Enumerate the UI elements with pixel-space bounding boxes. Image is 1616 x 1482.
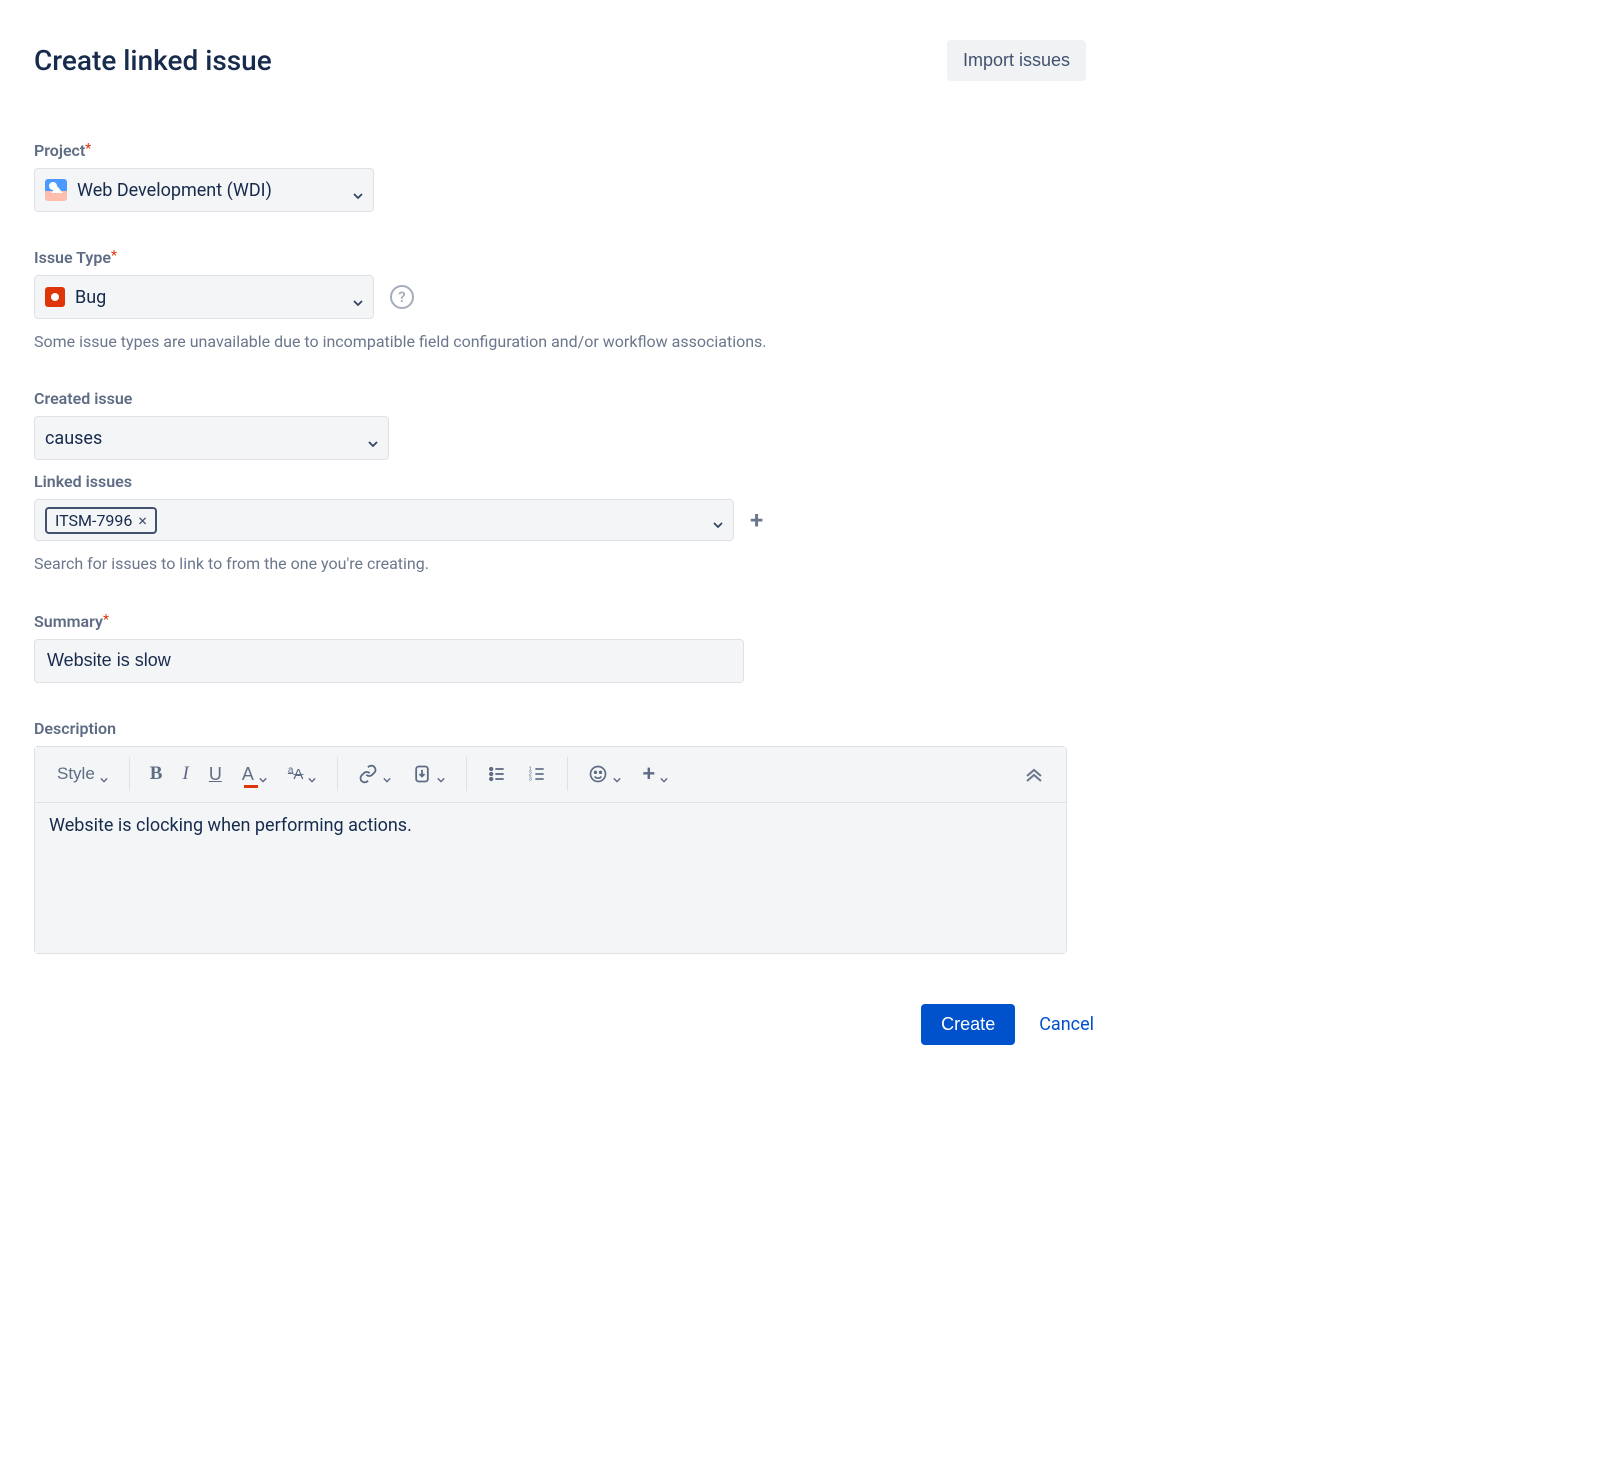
created-issue-value: causes	[45, 428, 102, 449]
issue-type-select[interactable]: Bug	[34, 275, 374, 319]
chevron-down-icon	[368, 433, 378, 443]
style-dropdown[interactable]: Style	[49, 757, 117, 791]
bug-icon	[45, 287, 65, 307]
text-color-button[interactable]: A	[234, 757, 276, 791]
attachment-button[interactable]	[404, 757, 454, 791]
emoji-button[interactable]	[580, 757, 630, 791]
chevron-down-icon	[713, 515, 723, 525]
summary-label: Summary*	[34, 612, 1086, 631]
linked-issues-hint: Search for issues to link to from the on…	[34, 553, 1086, 575]
more-formatting-button[interactable]: aA	[280, 757, 326, 791]
editor-toolbar: Style B I U A aA	[35, 747, 1066, 803]
underline-button[interactable]: U	[201, 757, 230, 791]
toolbar-separator	[337, 757, 338, 791]
issue-type-hint: Some issue types are unavailable due to …	[34, 331, 1086, 353]
issue-type-label: Issue Type*	[34, 248, 1086, 267]
summary-input[interactable]	[34, 639, 744, 683]
bullet-list-button[interactable]	[479, 757, 515, 791]
linked-issues-label: Linked issues	[34, 472, 1086, 491]
chevron-down-icon	[436, 769, 446, 779]
bold-button[interactable]: B	[142, 757, 171, 791]
page-title: Create linked issue	[34, 44, 272, 77]
issue-type-value: Bug	[75, 287, 106, 308]
add-linked-issue-icon[interactable]: +	[750, 506, 763, 534]
remove-tag-icon[interactable]: ×	[138, 511, 147, 530]
project-value: Web Development (WDI)	[77, 180, 272, 201]
chevron-down-icon	[659, 769, 669, 779]
project-label: Project*	[34, 141, 1086, 160]
toolbar-separator	[567, 757, 568, 791]
chevron-down-icon	[99, 769, 109, 779]
italic-button[interactable]: I	[174, 757, 196, 791]
svg-text:3: 3	[529, 777, 532, 783]
chevron-down-icon	[258, 769, 268, 779]
toolbar-separator	[129, 757, 130, 791]
project-avatar-icon	[45, 179, 67, 201]
chevron-down-icon	[353, 292, 363, 302]
help-icon[interactable]: ?	[390, 285, 414, 309]
cancel-link[interactable]: Cancel	[1039, 1014, 1094, 1035]
created-issue-label: Created issue	[34, 389, 1086, 408]
description-label: Description	[34, 719, 1086, 738]
insert-more-button[interactable]: +	[634, 757, 677, 791]
description-textarea[interactable]: Website is clocking when performing acti…	[35, 803, 1066, 953]
chevron-down-icon	[307, 769, 317, 779]
chevron-down-icon	[612, 769, 622, 779]
description-editor: Style B I U A aA	[34, 746, 1067, 954]
linked-issue-key: ITSM-7996	[55, 511, 132, 530]
link-button[interactable]	[350, 757, 400, 791]
numbered-list-button[interactable]: 1 2 3	[519, 757, 555, 791]
project-select[interactable]: Web Development (WDI)	[34, 168, 374, 212]
collapse-toolbar-button[interactable]	[1016, 757, 1052, 791]
linked-issues-select[interactable]: ITSM-7996 ×	[34, 499, 734, 541]
toolbar-separator	[466, 757, 467, 791]
chevron-down-icon	[382, 769, 392, 779]
import-issues-button[interactable]: Import issues	[947, 40, 1086, 81]
create-button[interactable]: Create	[921, 1004, 1015, 1045]
created-issue-select[interactable]: causes	[34, 416, 389, 460]
chevron-down-icon	[353, 185, 363, 195]
linked-issue-tag: ITSM-7996 ×	[45, 507, 157, 534]
